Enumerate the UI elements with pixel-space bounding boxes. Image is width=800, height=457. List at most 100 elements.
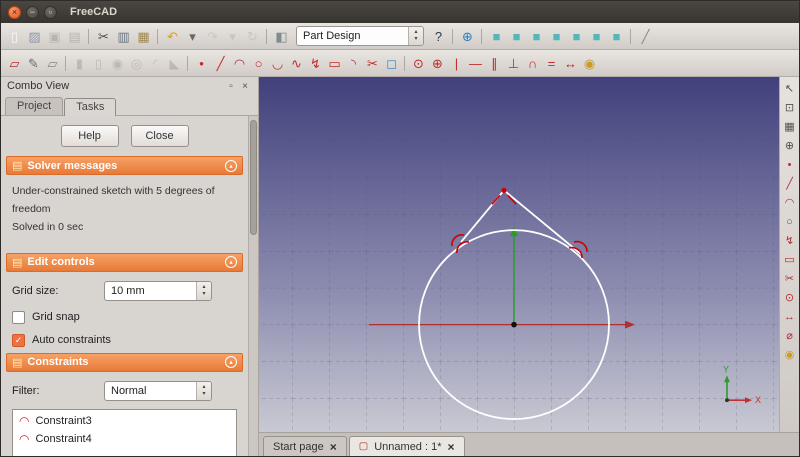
window-title: FreeCAD (70, 6, 118, 18)
window-minimize-button[interactable]: − (26, 5, 39, 19)
sketch-bspline-icon[interactable]: ∿ (287, 54, 306, 73)
3d-viewport[interactable]: Y X (259, 77, 779, 432)
bottom-view-icon[interactable]: ■ (587, 27, 606, 46)
constraint-lock-icon[interactable]: ◉ (580, 54, 599, 73)
line-tool-icon[interactable]: ╱ (782, 176, 798, 192)
constraint-equal-icon[interactable]: = (542, 54, 561, 73)
collapse-icon[interactable]: ▴ (225, 256, 237, 269)
measure-distance-icon[interactable]: ╱ (636, 27, 655, 46)
view-section-icon[interactable]: ⊡ (782, 100, 798, 116)
tab-project[interactable]: Project (5, 97, 64, 115)
undo-icon[interactable]: ↶ (163, 27, 182, 46)
distance-tool-icon[interactable]: ↔ (782, 309, 798, 325)
edit-controls-header[interactable]: ▤ Edit controls ▴ (6, 252, 243, 272)
section-doc-icon: ▤ (12, 160, 23, 172)
radius-tool-icon[interactable]: ⌀ (782, 328, 798, 344)
workbench-icon[interactable]: ◧ (272, 27, 291, 46)
create-sketch-icon[interactable]: ▱ (5, 54, 24, 73)
constraint-vertical-icon[interactable]: | (447, 54, 466, 73)
main-area: Combo View ▫ × Project Tasks Help Close (1, 77, 799, 456)
collapse-icon[interactable]: ▴ (225, 159, 237, 172)
constraint-horizontal-icon[interactable]: ― (466, 54, 485, 73)
right-view-icon[interactable]: ■ (547, 27, 566, 46)
sketch-canvas[interactable]: Y X (259, 77, 779, 432)
trim-tool-icon[interactable]: ✂ (782, 271, 798, 287)
external-geometry-icon[interactable]: ◻ (382, 54, 401, 73)
auto-constraints-checkbox[interactable]: ✓ (12, 333, 25, 347)
panel-float-icon[interactable]: ▫ (224, 81, 238, 92)
left-view-icon[interactable]: ■ (607, 27, 626, 46)
sketch-trim-icon[interactable]: ✂ (363, 54, 382, 73)
undo-dropdown-icon[interactable]: ▾ (183, 27, 202, 46)
sketch-polyline-icon[interactable]: ↯ (306, 54, 325, 73)
grid-snap-checkbox[interactable] (12, 310, 25, 324)
sketch-conic-icon[interactable]: ◡ (268, 54, 287, 73)
front-view-icon[interactable]: ■ (507, 27, 526, 46)
constraint-tangent-icon[interactable]: ∩ (523, 54, 542, 73)
constraint-list-item[interactable]: ◠ Constraint4 (13, 430, 236, 448)
open-document-icon[interactable]: ▨ (25, 27, 44, 46)
help-button[interactable]: Help (60, 125, 119, 147)
tab-close-icon[interactable]: × (448, 440, 455, 454)
grid-toggle-icon[interactable]: ▦ (782, 119, 798, 135)
toolbar-separator (62, 54, 70, 73)
document-tab[interactable]: ▢ Unnamed : 1* × (348, 436, 465, 456)
grid-size-spinner[interactable]: 10 mm ▴ ▾ (104, 280, 212, 301)
constraint-point-on-object-icon[interactable]: ⊕ (428, 54, 447, 73)
origin-point[interactable] (511, 321, 517, 328)
close-button[interactable]: Close (130, 125, 189, 147)
lock-tool-icon[interactable]: ◉ (782, 347, 798, 363)
cut-icon[interactable]: ✂ (94, 27, 113, 46)
window-maximize-button[interactable]: ▫ (44, 5, 57, 19)
sketch-fillet-icon[interactable]: ◝ (344, 54, 363, 73)
point-tool-icon[interactable]: • (782, 157, 798, 173)
sketch-arc-icon[interactable]: ◠ (230, 54, 249, 73)
edit-sketch-icon[interactable]: ✎ (24, 54, 43, 73)
viewport-grid (259, 77, 779, 432)
rectangle-tool-icon[interactable]: ▭ (782, 252, 798, 268)
filter-combobox[interactable]: Normal ▴ ▾ (104, 380, 212, 401)
constraint-list-item[interactable]: ◠ Constraint3 (13, 412, 236, 430)
tasks-scrollbar[interactable] (248, 116, 258, 456)
sketch-line-icon[interactable]: ╱ (211, 54, 230, 73)
constraint-parallel-icon[interactable]: ∥ (485, 54, 504, 73)
apex-point[interactable] (501, 187, 507, 193)
tab-tasks[interactable]: Tasks (64, 98, 117, 116)
tasks-scrollbar-thumb[interactable] (250, 120, 257, 235)
workbench-selector-arrows[interactable]: ▴ ▾ (408, 27, 423, 45)
constraint-symmetric-icon[interactable]: ↔ (561, 54, 580, 73)
filter-value: Normal (111, 384, 147, 397)
sketch-circle-icon[interactable]: ○ (249, 54, 268, 73)
axonometric-view-icon[interactable]: ■ (487, 27, 506, 46)
fit-all-icon[interactable]: ⊕ (458, 27, 477, 46)
copy-icon[interactable]: ▥ (114, 27, 133, 46)
rear-view-icon[interactable]: ■ (567, 27, 586, 46)
panel-close-icon[interactable]: × (238, 81, 252, 92)
new-document-icon[interactable]: ▯ (5, 27, 24, 46)
leave-sketch-icon[interactable]: ↖ (782, 81, 798, 97)
polyline-tool-icon[interactable]: ↯ (782, 233, 798, 249)
tab-close-icon[interactable]: × (330, 440, 337, 454)
filter-combo-arrows[interactable]: ▴ ▾ (196, 381, 211, 400)
arc-tool-icon[interactable]: ◠ (782, 195, 798, 211)
constraint-list: ◠ Constraint3 ◠ Constraint4 (12, 408, 237, 456)
document-tab[interactable]: Start page × (263, 436, 347, 456)
constraints-header[interactable]: ▤ Constraints ▴ (6, 352, 243, 372)
workbench-selector[interactable]: Part Design ▴ ▾ (296, 26, 424, 46)
whats-this-icon[interactable]: ? (429, 27, 448, 46)
grid-size-spin-arrows[interactable]: ▴ ▾ (196, 281, 211, 300)
sketch-rectangle-icon[interactable]: ▭ (325, 54, 344, 73)
circle-tool-icon[interactable]: ○ (782, 214, 798, 230)
top-view-icon[interactable]: ■ (527, 27, 546, 46)
redo-icon: ↷ (207, 28, 218, 44)
map-sketch-icon[interactable]: ▱ (43, 54, 62, 73)
coincident-tool-icon[interactable]: ⊙ (782, 290, 798, 306)
sketch-point-icon[interactable]: • (192, 54, 211, 73)
solver-messages-header[interactable]: ▤ Solver messages ▴ (6, 156, 243, 175)
paste-icon[interactable]: ▦ (134, 27, 153, 46)
window-close-button[interactable]: × (8, 5, 21, 19)
snap-toggle-icon[interactable]: ⊕ (782, 138, 798, 154)
collapse-icon[interactable]: ▴ (225, 356, 237, 369)
constraint-perpendicular-icon[interactable]: ⊥ (504, 54, 523, 73)
constraint-coincident-icon[interactable]: ⊙ (409, 54, 428, 73)
